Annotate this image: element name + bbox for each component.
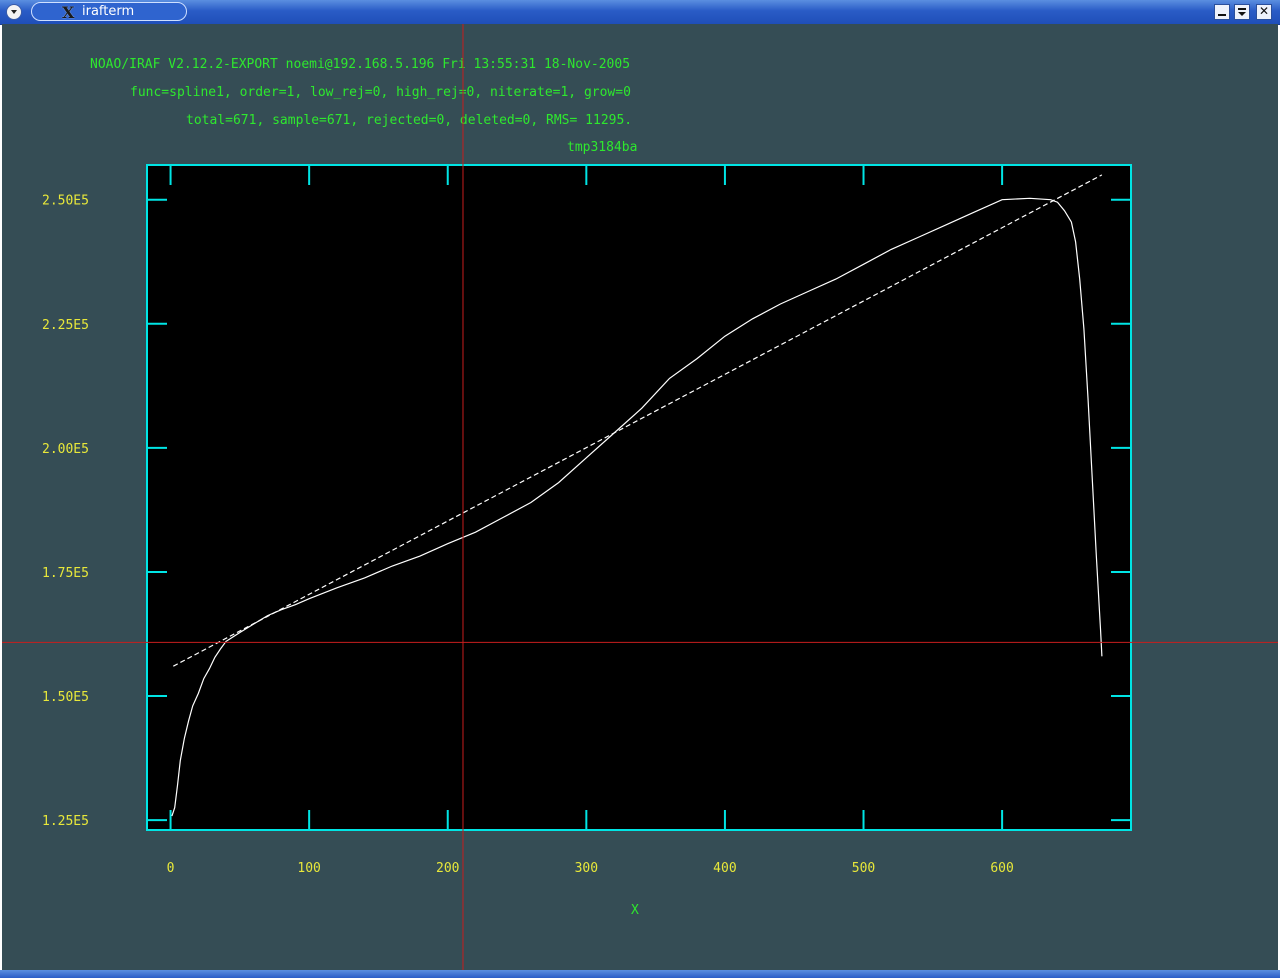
x-tick-label: 0 bbox=[167, 861, 175, 876]
window-bottom-border bbox=[0, 970, 1280, 978]
header-line-2: func=spline1, order=1, low_rej=0, high_r… bbox=[130, 85, 631, 100]
y-tick-label: 2.25E5 bbox=[42, 318, 89, 333]
y-tick-label: 1.25E5 bbox=[42, 814, 89, 829]
y-tick-label: 1.75E5 bbox=[42, 566, 89, 581]
window-title-pill[interactable]: X irafterm bbox=[31, 2, 187, 22]
y-tick-label: 2.00E5 bbox=[42, 442, 89, 457]
plot-title: tmp3184ba bbox=[567, 140, 637, 155]
minimize-button[interactable] bbox=[1214, 4, 1230, 20]
x-tick-label: 200 bbox=[436, 861, 459, 876]
graphics-area[interactable]: NOAO/IRAF V2.12.2-EXPORT noemi@192.168.5… bbox=[2, 24, 1278, 970]
y-tick-labels: 1.25E5 1.50E5 1.75E5 2.00E5 2.25E5 2.50E5 bbox=[42, 194, 89, 829]
x-icon: X bbox=[62, 3, 75, 22]
window-titlebar: X irafterm bbox=[0, 0, 1280, 25]
close-button[interactable] bbox=[1256, 4, 1272, 20]
x-tick-label: 100 bbox=[297, 861, 320, 876]
header-line-1: NOAO/IRAF V2.12.2-EXPORT noemi@192.168.5… bbox=[90, 57, 630, 72]
x-tick-label: 400 bbox=[713, 861, 736, 876]
x-axis-label: X bbox=[631, 903, 639, 918]
y-tick-label: 1.50E5 bbox=[42, 690, 89, 705]
plot-area bbox=[147, 165, 1131, 830]
header-line-3: total=671, sample=671, rejected=0, delet… bbox=[186, 113, 632, 128]
shade-button[interactable] bbox=[1234, 4, 1250, 20]
y-tick-label: 2.50E5 bbox=[42, 194, 89, 209]
x-tick-label: 500 bbox=[852, 861, 875, 876]
x-tick-label: 600 bbox=[990, 861, 1013, 876]
x-tick-labels: 0 100 200 300 400 500 600 bbox=[167, 861, 1014, 876]
x-tick-label: 300 bbox=[575, 861, 598, 876]
window-title: irafterm bbox=[82, 4, 135, 19]
plot-canvas[interactable]: NOAO/IRAF V2.12.2-EXPORT noemi@192.168.5… bbox=[2, 24, 1278, 970]
window-menu-button[interactable] bbox=[6, 4, 22, 20]
